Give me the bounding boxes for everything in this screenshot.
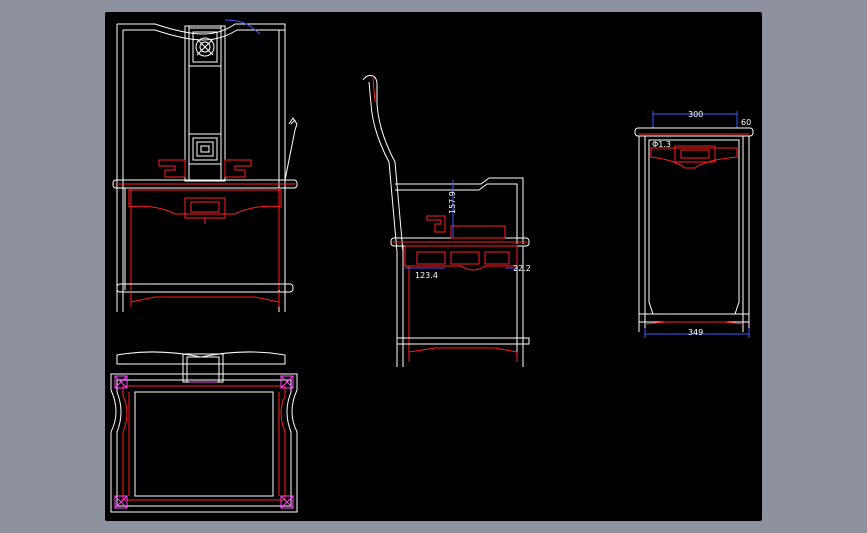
- side-right-dim: 22.2: [513, 264, 531, 273]
- chair-drawing: 157.9 123.4 22.2 300 60 Φ1.3 349: [110, 19, 754, 513]
- top-view: [110, 351, 298, 513]
- top-width-dim: 300: [688, 110, 703, 119]
- top-edge-dim: 60: [741, 118, 751, 127]
- front-view: [112, 19, 298, 312]
- cad-drawing-viewport[interactable]: 157.9 123.4 22.2 300 60 Φ1.3 349: [105, 12, 762, 521]
- side-apron-width-dim: 123.4: [415, 271, 438, 280]
- side-view: [362, 75, 530, 367]
- inner-radius-dim: Φ1.3: [652, 140, 671, 149]
- side-seat-height-dim: 157.9: [448, 191, 457, 214]
- bottom-width-dim: 349: [688, 328, 703, 337]
